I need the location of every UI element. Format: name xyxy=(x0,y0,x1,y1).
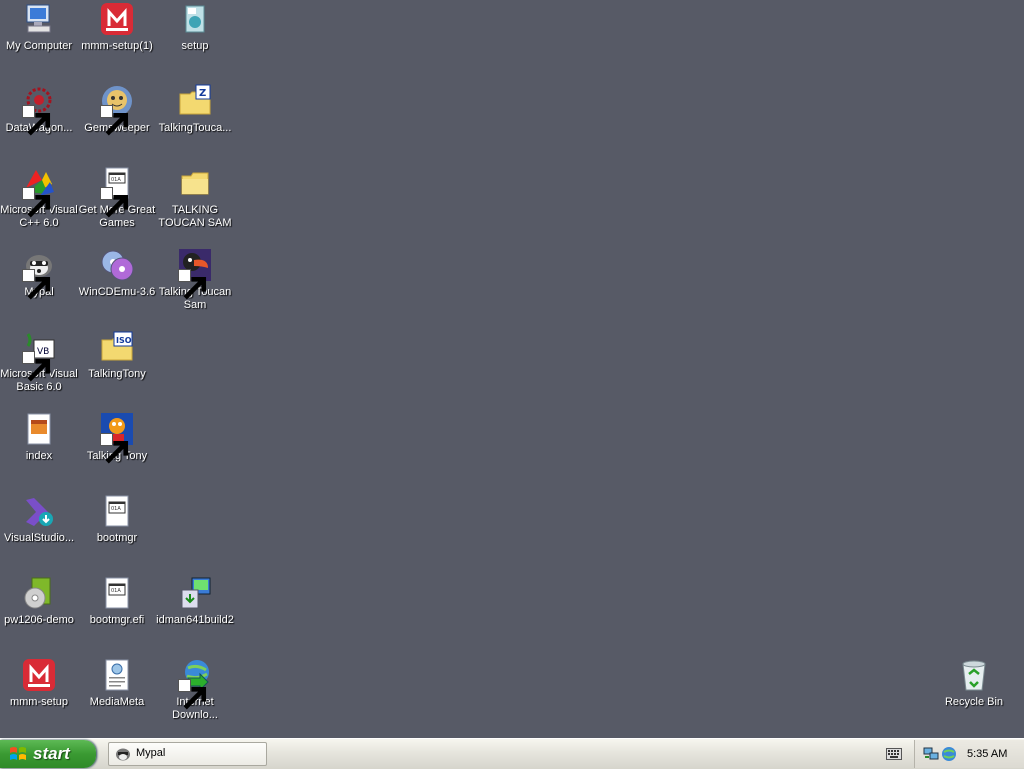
icon-label: mmm-setup xyxy=(9,696,69,708)
computer-icon xyxy=(22,2,56,36)
desktop-icon-get-more-games[interactable]: 01A Get More Great Games xyxy=(78,166,156,242)
media-file-icon xyxy=(100,658,134,692)
idm-globe-icon xyxy=(178,658,212,710)
iso-folder-icon: ISO xyxy=(100,330,134,364)
desktop-icon-visualstudio[interactable]: VisualStudio... xyxy=(0,494,78,570)
desktop-icon-recycle-bin[interactable]: Recycle Bin xyxy=(935,658,1013,734)
icon-label: bootmgr.efi xyxy=(89,614,145,626)
icon-label: MediaMeta xyxy=(89,696,145,708)
icon-label: Recycle Bin xyxy=(944,696,1004,708)
shortcut-arrow-icon xyxy=(100,433,129,464)
web-document-icon: 01A xyxy=(100,166,134,218)
system-tray: 5:35 AM xyxy=(914,740,1024,768)
shortcut-arrow-icon xyxy=(22,269,51,300)
shortcut-arrow-icon xyxy=(22,351,51,382)
mypal-icon xyxy=(116,748,130,761)
visual-studio-icon xyxy=(22,494,56,528)
shortcut-arrow-icon xyxy=(22,105,51,136)
desktop-icon-setup[interactable]: setup xyxy=(156,2,234,78)
network-icon[interactable] xyxy=(923,747,939,761)
desktop-icon-bootmgr-efi[interactable]: 01A bootmgr.efi xyxy=(78,576,156,652)
installer-icon xyxy=(22,658,56,692)
desktop-icon-pw1206-demo[interactable]: pw1206-demo xyxy=(0,576,78,652)
shortcut-arrow-icon xyxy=(178,679,207,710)
desktop-icon-talking-toucan-sam-folder[interactable]: TALKING TOUCAN SAM xyxy=(156,166,234,242)
desktop-icon-gemsweeper[interactable]: Gemsweeper xyxy=(78,84,156,160)
desktop-icon-talkingtoucan-zip[interactable]: Z TalkingTouca... xyxy=(156,84,234,160)
zip-folder-icon: Z xyxy=(178,84,212,118)
keyboard-icon[interactable] xyxy=(886,748,902,760)
desktop-icon-datawagon[interactable]: DataWagon... xyxy=(0,84,78,160)
desktop-icon-mediameta[interactable]: MediaMeta xyxy=(78,658,156,734)
desktop-icon-mypal[interactable]: Mypal xyxy=(0,248,78,324)
taskbar: start Mypal 5:35 AM xyxy=(0,738,1024,769)
shortcut-arrow-icon xyxy=(100,187,129,218)
icon-label: pw1206-demo xyxy=(4,614,74,626)
folder-icon xyxy=(178,166,212,200)
setup-icon xyxy=(178,2,212,36)
desktop-icon-visual-basic[interactable]: VB Microsoft Visual Basic 6.0 xyxy=(0,330,78,406)
clock[interactable]: 5:35 AM xyxy=(967,748,1007,760)
recycle-bin-icon xyxy=(957,658,991,692)
html-file-icon xyxy=(22,412,56,446)
mypal-icon xyxy=(22,248,56,300)
shortcut-arrow-icon xyxy=(178,269,207,300)
icon-label: My Computer xyxy=(5,40,73,52)
start-label: start xyxy=(33,744,70,763)
icon-label: bootmgr xyxy=(96,532,138,544)
taskbar-button-mypal[interactable]: Mypal xyxy=(108,742,267,766)
taskbar-button-label: Mypal xyxy=(136,747,166,759)
svg-text:01A: 01A xyxy=(111,588,121,594)
desktop: My Computer DataWagon... Microsoft Visua… xyxy=(0,0,1024,738)
desktop-icon-talking-tony[interactable]: Talking Tony xyxy=(78,412,156,488)
svg-text:ISO: ISO xyxy=(116,336,132,345)
globe-icon[interactable] xyxy=(941,746,957,762)
icon-label: index xyxy=(25,450,53,462)
tony-icon xyxy=(100,412,134,464)
icon-label: TalkingTouca... xyxy=(158,122,232,134)
desktop-icon-wincdemu[interactable]: WinCDEmu-3.6 xyxy=(78,248,156,324)
icon-label: VisualStudio... xyxy=(3,532,75,544)
system-file-icon: 01A xyxy=(100,494,134,528)
datawagon-icon xyxy=(22,84,56,136)
svg-text:01A: 01A xyxy=(111,506,121,512)
desktop-icon-internet-download-manager[interactable]: Internet Downlo... xyxy=(156,658,234,734)
desktop-icon-mmm-setup[interactable]: mmm-setup xyxy=(0,658,78,734)
icon-label: WinCDEmu-3.6 xyxy=(78,286,156,298)
toucan-icon xyxy=(178,248,212,300)
idm-installer-icon xyxy=(178,576,212,610)
installer-icon xyxy=(100,2,134,36)
desktop-icon-bootmgr[interactable]: 01A bootmgr xyxy=(78,494,156,570)
desktop-icon-talking-toucan-sam[interactable]: Talking Toucan Sam xyxy=(156,248,234,324)
shortcut-arrow-icon xyxy=(100,105,129,136)
gemsweeper-icon xyxy=(100,84,134,136)
desktop-icon-mmm-setup-1[interactable]: mmm-setup(1) xyxy=(78,2,156,78)
system-file-icon: 01A xyxy=(100,576,134,610)
visual-cpp-icon xyxy=(22,166,56,218)
desktop-icon-my-computer[interactable]: My Computer xyxy=(0,2,78,78)
desktop-icon-index[interactable]: index xyxy=(0,412,78,488)
shortcut-arrow-icon xyxy=(22,187,51,218)
icon-label: idman641build2 xyxy=(156,614,234,626)
disc-box-icon xyxy=(22,576,56,610)
svg-text:Z: Z xyxy=(199,88,206,99)
icon-label: TALKING TOUCAN SAM xyxy=(158,204,232,229)
desktop-icon-visual-cpp[interactable]: Microsoft Visual C++ 6.0 xyxy=(0,166,78,242)
desktop-icon-talkingtony-folder[interactable]: ISO TalkingTony xyxy=(78,330,156,406)
desktop-icon-idman[interactable]: idman641build2 xyxy=(156,576,234,652)
visual-basic-icon: VB xyxy=(22,330,56,382)
icon-label: TalkingTony xyxy=(88,368,146,380)
cd-icon xyxy=(100,248,134,282)
svg-text:01A: 01A xyxy=(111,177,121,183)
icon-label: setup xyxy=(181,40,209,52)
windows-logo-icon xyxy=(10,747,26,760)
start-button[interactable]: start xyxy=(0,740,96,768)
icon-label: mmm-setup(1) xyxy=(81,40,153,52)
